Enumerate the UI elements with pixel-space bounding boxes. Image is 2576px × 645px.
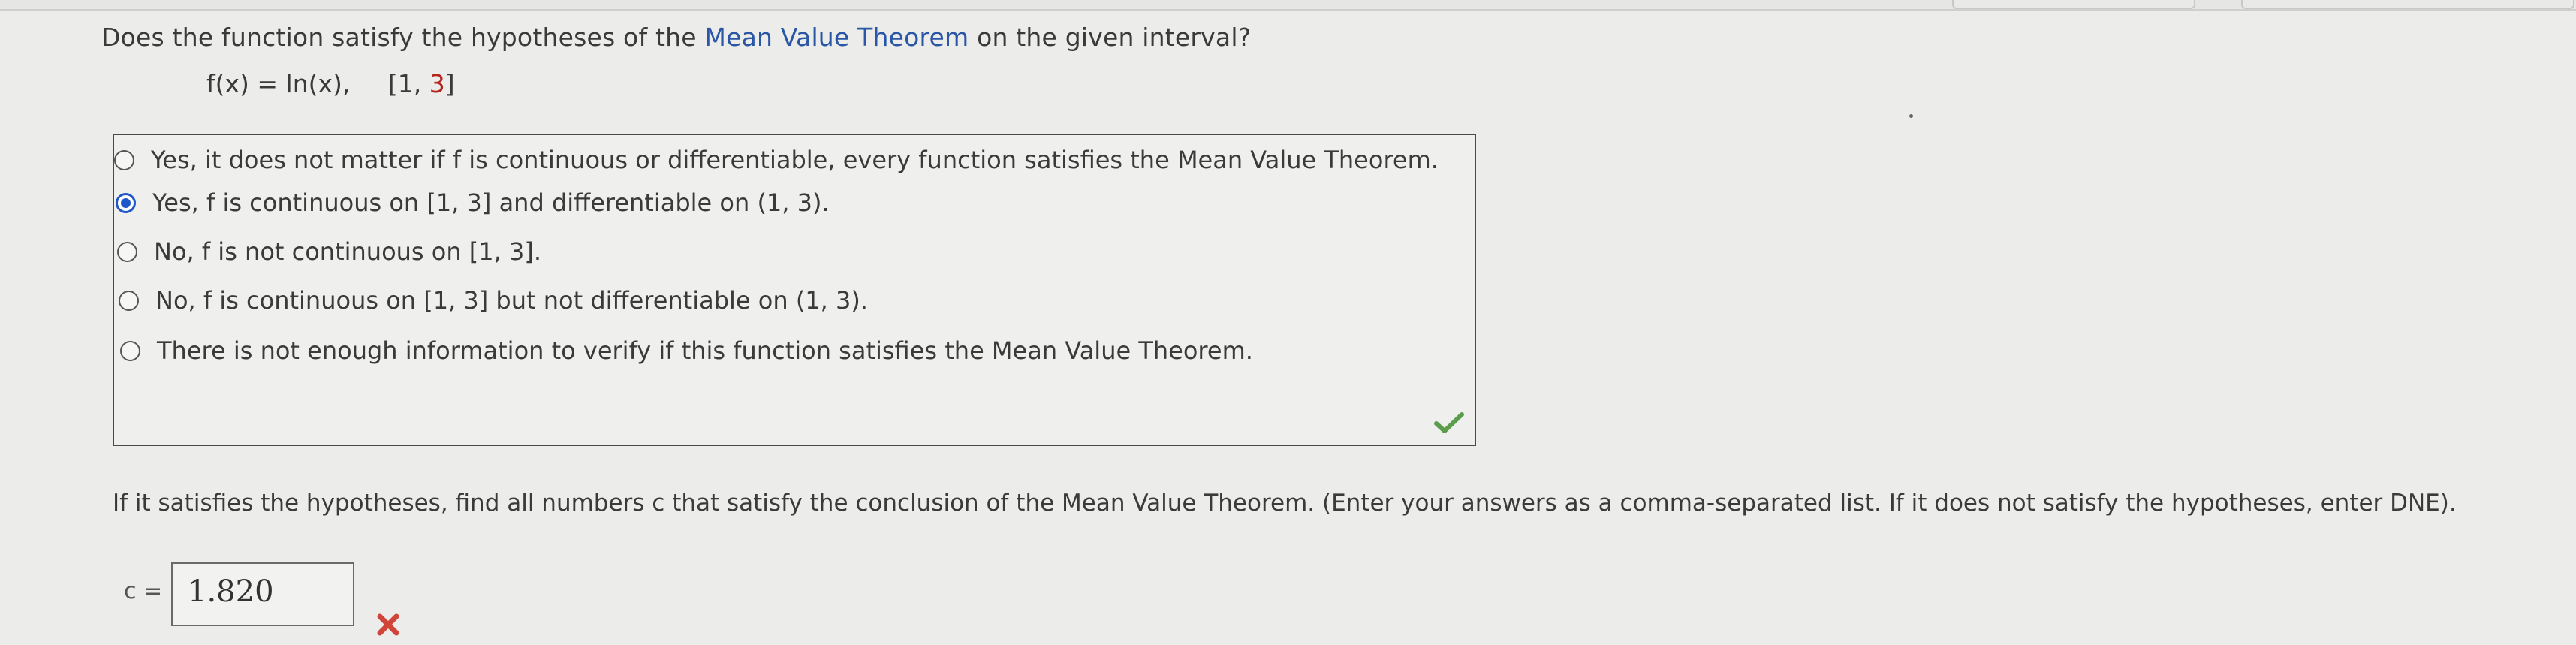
choice-label: No, f is not continuous on [1, 3]. (154, 237, 541, 266)
choice-4[interactable]: No, f is continuous on [1, 3] but not di… (119, 286, 868, 315)
screen-speck (1909, 114, 1913, 118)
radio-button[interactable] (117, 241, 137, 262)
question-text: Does the function satisfy the hypotheses… (101, 23, 1251, 52)
question-prefix: Does the function satisfy the hypotheses… (101, 23, 705, 52)
answer-label: c = (124, 578, 163, 604)
choice-5[interactable]: There is not enough information to verif… (120, 336, 1253, 365)
choice-2[interactable]: Yes, f is continuous on [1, 3] and diffe… (116, 188, 830, 217)
choice-label: There is not enough information to verif… (157, 336, 1253, 365)
interval-close: ] (444, 69, 455, 98)
function-expr: f(x) = ln(x), (206, 69, 351, 98)
top-tab[interactable] (1952, 0, 2195, 9)
choice-1[interactable]: Yes, it does not matter if f is continuo… (114, 146, 1439, 174)
choices-box: Yes, it does not matter if f is continuo… (113, 134, 1476, 446)
top-tab[interactable] (2241, 0, 2574, 9)
interval: [1, 3] (388, 69, 455, 98)
top-bar (0, 0, 2576, 11)
choice-label: Yes, it does not matter if f is continuo… (151, 146, 1439, 174)
choice-3[interactable]: No, f is not continuous on [1, 3]. (117, 237, 541, 266)
interval-end: 3 (429, 69, 445, 98)
interval-open: [1, (387, 69, 429, 98)
choice-label: No, f is continuous on [1, 3] but not di… (155, 286, 869, 315)
radio-button[interactable] (119, 290, 139, 311)
check-icon (1434, 412, 1464, 433)
radio-button[interactable] (114, 149, 134, 170)
question-suffix: on the given interval? (969, 23, 1252, 52)
x-icon (377, 613, 399, 636)
answer-input[interactable]: 1.820 (171, 562, 354, 626)
function-expression: f(x) = ln(x), [1, 3] (206, 69, 455, 98)
mvt-link[interactable]: Mean Value Theorem (704, 23, 969, 52)
choice-label: Yes, f is continuous on [1, 3] and diffe… (152, 188, 830, 217)
radio-button-selected[interactable] (116, 192, 136, 213)
radio-button[interactable] (120, 340, 140, 361)
part2-instructions: If it satisfies the hypotheses, find all… (113, 490, 2457, 517)
